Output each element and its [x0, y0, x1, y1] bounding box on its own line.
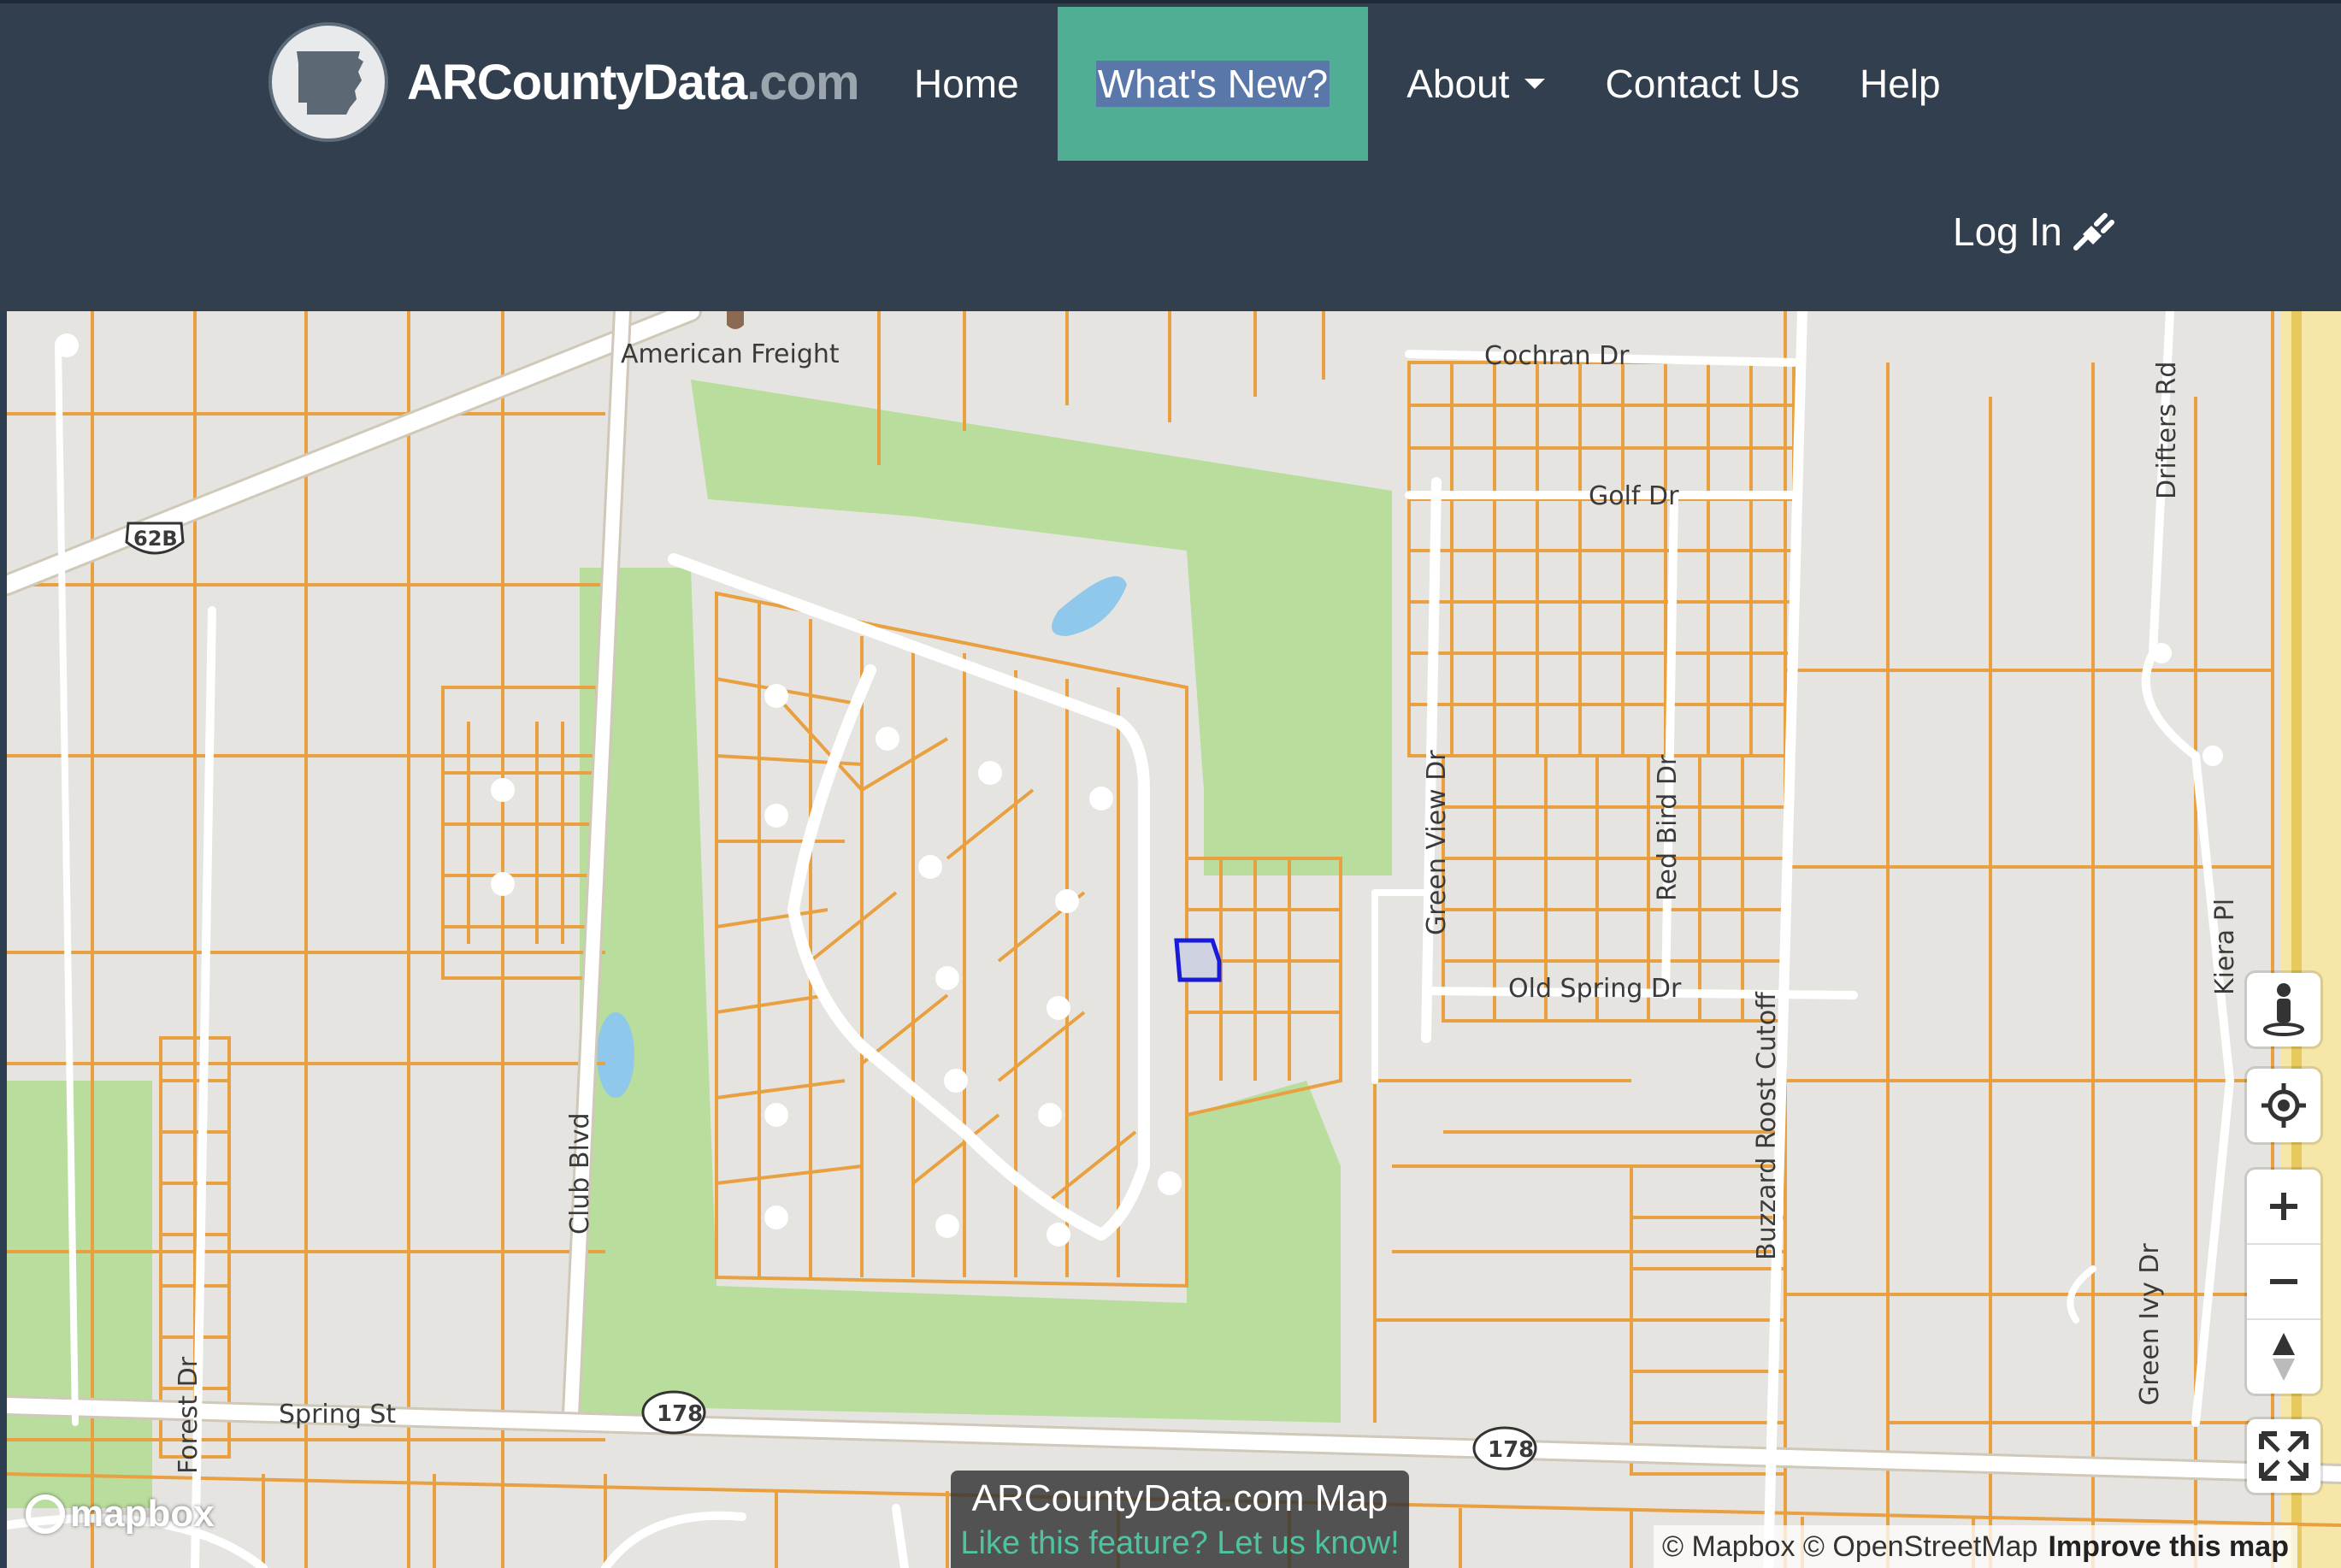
label-green-view-dr: Green View Dr [1422, 750, 1452, 935]
brand-name-suffix: .com [746, 54, 859, 110]
nav-whats-new-label: What's New? [1095, 61, 1330, 107]
nav-help[interactable]: Help [1830, 7, 1971, 161]
nav-whats-new[interactable]: What's New? [1057, 7, 1369, 161]
fullscreen-icon [2259, 1431, 2309, 1481]
caret-down-icon [1524, 79, 1546, 89]
shield-62b: 62B [133, 527, 178, 551]
feature-feedback-box: ARCountyData.com Map Like this feature? … [951, 1471, 1409, 1568]
street-view-icon [2263, 983, 2304, 1036]
map-canvas[interactable]: American Freight Cochran Dr Golf Dr Old … [7, 311, 2341, 1568]
selected-parcel [1174, 938, 1222, 982]
main-nav: Home What's New? About Contact Us Help [884, 7, 1971, 161]
label-red-bird-dr: Red Bird Dr [1653, 754, 1683, 901]
plug-icon [2073, 213, 2114, 251]
nav-about-label: About [1406, 62, 1510, 106]
feature-feedback-link[interactable]: Like this feature? Let us know! [951, 1525, 1409, 1562]
poi-marker [727, 311, 744, 329]
fullscreen-button[interactable] [2247, 1419, 2320, 1493]
label-drifters-rd: Drifters Rd [2152, 362, 2182, 499]
nav-contact-label: Contact Us [1605, 62, 1800, 106]
login-link[interactable]: Log In [1953, 209, 2117, 255]
shield-178-b: 178 [1488, 1437, 1534, 1463]
mapbox-mark-icon [26, 1494, 65, 1534]
nav-contact-us[interactable]: Contact Us [1575, 7, 1830, 161]
nav-help-label: Help [1860, 62, 1941, 106]
label-club-blvd: Club Blvd [565, 1112, 595, 1235]
label-american-freight: American Freight [621, 339, 840, 369]
street-view-button[interactable] [2247, 973, 2320, 1046]
brand-name-bold: ARCountyData [407, 54, 747, 110]
improve-map-link[interactable]: Improve this map [2048, 1530, 2289, 1564]
mapbox-logo[interactable]: mapbox [26, 1493, 215, 1536]
shield-178-a: 178 [657, 1401, 703, 1427]
compass-button[interactable] [2247, 1320, 2320, 1394]
parcel-map[interactable]: American Freight Cochran Dr Golf Dr Old … [7, 311, 2341, 1568]
mapbox-logo-text: mapbox [70, 1493, 215, 1535]
label-buzzard-roost-cutoff: Buzzard Roost Cutoff [1752, 991, 1782, 1260]
brand-logo-link[interactable]: ARCountyData.com [268, 22, 860, 142]
compass-icon [2273, 1333, 2295, 1381]
label-green-ivy-dr: Green Ivy Dr [2135, 1243, 2165, 1406]
zoom-out-button[interactable] [2247, 1245, 2320, 1320]
locate-button[interactable] [2247, 1069, 2320, 1142]
locate-icon [2261, 1083, 2306, 1128]
label-cochran-dr: Cochran Dr [1484, 341, 1630, 371]
zoom-in-button[interactable] [2247, 1170, 2320, 1245]
top-navbar: ARCountyData.com Home What's New? About … [0, 0, 2341, 311]
nav-home-label: Home [914, 62, 1019, 106]
arkansas-state-icon [268, 22, 388, 142]
label-golf-dr: Golf Dr [1589, 481, 1679, 511]
zoom-controls [2247, 1170, 2320, 1394]
label-forest-dr: Forest Dr [174, 1356, 203, 1474]
label-spring-st: Spring St [279, 1400, 396, 1429]
attribution-osm-link[interactable]: © OpenStreetMap [1803, 1530, 2038, 1564]
feature-title: ARCountyData.com Map [971, 1477, 1389, 1519]
map-attribution: © Mapbox © OpenStreetMap Improve this ma… [1654, 1525, 2297, 1568]
nav-about[interactable]: About [1377, 7, 1575, 161]
zoom-out-icon [2270, 1279, 2297, 1284]
label-kiera-pl: Kiera Pl [2210, 899, 2240, 995]
login-label: Log In [1953, 209, 2062, 254]
attribution-mapbox-link[interactable]: © Mapbox [1662, 1530, 1795, 1564]
nav-home[interactable]: Home [884, 7, 1049, 161]
label-old-spring-dr: Old Spring Dr [1508, 974, 1682, 1004]
zoom-in-icon [2270, 1193, 2297, 1220]
brand-name: ARCountyData.com [407, 54, 860, 111]
